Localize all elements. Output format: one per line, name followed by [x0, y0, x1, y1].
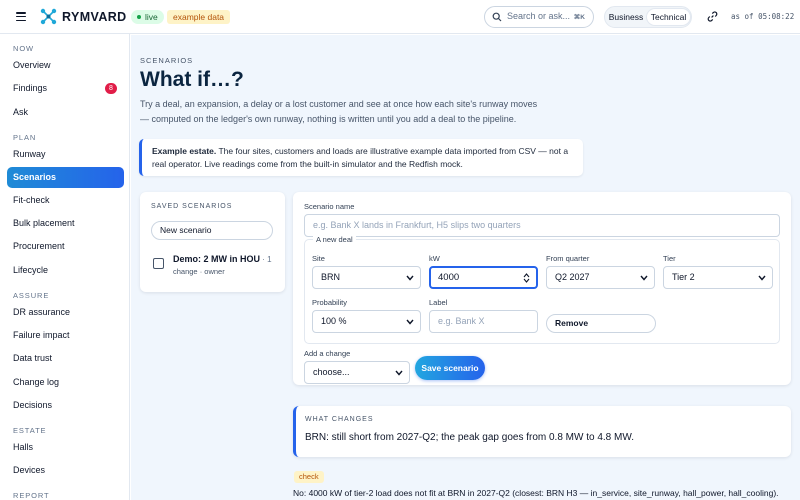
- kw-value: 4000: [438, 272, 460, 283]
- live-badge: live: [131, 10, 164, 24]
- scenario-form-card: Scenario name e.g. Bank X lands in Frank…: [293, 192, 791, 385]
- sidebar: NOW Overview Findings 8 Ask PLAN Runway …: [0, 34, 130, 500]
- scenario-name-input[interactable]: e.g. Bank X lands in Frankfurt, H5 slips…: [304, 214, 780, 237]
- sidebar-item-overview[interactable]: Overview: [7, 55, 124, 76]
- new-scenario-button[interactable]: New scenario: [151, 221, 273, 240]
- what-changes-text: BRN: still short from 2027-Q2; the peak …: [305, 432, 635, 443]
- deal-label-label: Label: [429, 298, 448, 307]
- what-changes-card: WHAT CHANGES BRN: still short from 2027-…: [293, 406, 791, 457]
- sidebar-item-procurement[interactable]: Procurement: [7, 236, 124, 257]
- search-shortcut: ⌘K: [573, 14, 585, 21]
- check-result-text: No: 4000 kW of tier-2 load does not fit …: [293, 488, 779, 498]
- page-eyebrow: SCENARIOS: [140, 56, 194, 65]
- mode-business-button[interactable]: Business: [607, 9, 645, 25]
- site-select[interactable]: BRN: [312, 266, 421, 289]
- chevron-down-icon: [406, 319, 414, 325]
- section-report: REPORT: [13, 491, 50, 500]
- logo-icon: [40, 8, 57, 25]
- deal-label-input[interactable]: e.g. Bank X: [429, 310, 538, 333]
- check-tag: check: [294, 471, 324, 483]
- add-change-value: choose...: [313, 367, 350, 377]
- top-bar: RYMVARD live example data Search or ask.…: [0, 0, 800, 34]
- main-content: SCENARIOS What if…? Try a deal, an expan…: [131, 35, 800, 500]
- search-input[interactable]: Search or ask... ⌘K: [484, 6, 594, 28]
- tier-select[interactable]: Tier 2: [663, 266, 773, 289]
- menu-icon[interactable]: [16, 12, 26, 22]
- add-change-select[interactable]: choose...: [304, 361, 410, 384]
- saved-scenarios-label: SAVED SCENARIOS: [151, 203, 233, 210]
- chevron-down-icon: [758, 275, 766, 281]
- mode-toggle: Business Technical: [604, 6, 692, 28]
- section-plan: PLAN: [13, 133, 37, 142]
- brand-name: RYMVARD: [62, 10, 127, 24]
- probability-label: Probability: [312, 298, 348, 307]
- sidebar-item-halls[interactable]: Halls: [7, 437, 124, 458]
- kw-input[interactable]: 4000: [429, 266, 538, 289]
- spinner-icon[interactable]: [523, 273, 530, 283]
- saved-scenario-count: · 1: [260, 255, 272, 264]
- note-line-2: real operator. Live readings come from t…: [152, 159, 463, 169]
- page-intro: Try a deal, an expansion, a delay or a l…: [140, 97, 560, 127]
- saved-scenario-meta: change · owner: [173, 267, 225, 276]
- saved-scenario-name: Demo: 2 MW in HOU: [173, 254, 260, 264]
- scenario-name-label: Scenario name: [304, 202, 355, 211]
- note-line-1: The four sites, customers and loads are …: [216, 146, 569, 156]
- sidebar-item-bulk-placement[interactable]: Bulk placement: [7, 213, 124, 234]
- search-placeholder: Search or ask...: [507, 11, 571, 21]
- sidebar-item-failure-impact[interactable]: Failure impact: [7, 325, 124, 346]
- sidebar-item-devices[interactable]: Devices: [7, 460, 124, 481]
- save-scenario-button[interactable]: Save scenario: [415, 356, 485, 380]
- sidebar-item-ask[interactable]: Ask: [7, 102, 124, 123]
- kw-label: kW: [429, 254, 440, 263]
- sidebar-item-lifecycle[interactable]: Lifecycle: [7, 260, 124, 281]
- quarter-label: From quarter: [546, 254, 590, 263]
- quarter-select[interactable]: Q2 2027: [546, 266, 655, 289]
- what-changes-label: WHAT CHANGES: [305, 416, 374, 423]
- sidebar-item-fit-check[interactable]: Fit-check: [7, 190, 124, 211]
- saved-scenario-title[interactable]: Demo: 2 MW in HOU · 1: [173, 254, 272, 264]
- sidebar-item-findings[interactable]: Findings 8: [7, 78, 124, 99]
- intro-line-1: Try a deal, an expansion, a delay or a l…: [140, 99, 538, 109]
- new-deal-legend: A new deal: [313, 235, 356, 244]
- quarter-value: Q2 2027: [555, 272, 590, 282]
- example-estate-note: Example estate. The four sites, customer…: [139, 139, 583, 176]
- sidebar-item-label: Findings: [13, 83, 48, 93]
- section-assure: ASSURE: [13, 291, 50, 300]
- sidebar-item-data-trust[interactable]: Data trust: [7, 348, 124, 369]
- sidebar-item-scenarios[interactable]: Scenarios: [7, 167, 124, 188]
- tier-value: Tier 2: [672, 272, 695, 282]
- site-label: Site: [312, 254, 325, 263]
- search-icon: [492, 12, 502, 22]
- chevron-down-icon: [406, 275, 414, 281]
- note-strong: Example estate.: [152, 146, 217, 156]
- page-title: What if…?: [140, 68, 244, 91]
- intro-line-2: — computed on the ledger's own runway, n…: [140, 114, 517, 124]
- sidebar-item-decisions[interactable]: Decisions: [7, 395, 124, 416]
- link-icon[interactable]: [707, 11, 718, 22]
- sidebar-item-runway[interactable]: Runway: [7, 144, 124, 165]
- remove-button[interactable]: Remove: [546, 314, 656, 333]
- probability-select[interactable]: 100 %: [312, 310, 421, 333]
- saved-scenarios-card: SAVED SCENARIOS New scenario Demo: 2 MW …: [140, 192, 285, 292]
- saved-scenario-checkbox[interactable]: [153, 258, 164, 269]
- section-estate: ESTATE: [13, 426, 47, 435]
- add-change-label: Add a change: [304, 349, 351, 358]
- chevron-down-icon: [395, 370, 403, 376]
- site-value: BRN: [321, 272, 341, 282]
- sidebar-item-dr-assurance[interactable]: DR assurance: [7, 302, 124, 323]
- as-of-time: as of 05:08:22: [731, 12, 795, 21]
- section-now: NOW: [13, 44, 35, 53]
- mode-technical-button[interactable]: Technical: [647, 9, 690, 25]
- probability-value: 100 %: [321, 316, 347, 326]
- findings-count-badge: 8: [105, 83, 117, 94]
- sidebar-item-change-log[interactable]: Change log: [7, 372, 124, 393]
- tier-label: Tier: [663, 254, 676, 263]
- chevron-down-icon: [640, 275, 648, 281]
- example-data-badge: example data: [167, 10, 231, 24]
